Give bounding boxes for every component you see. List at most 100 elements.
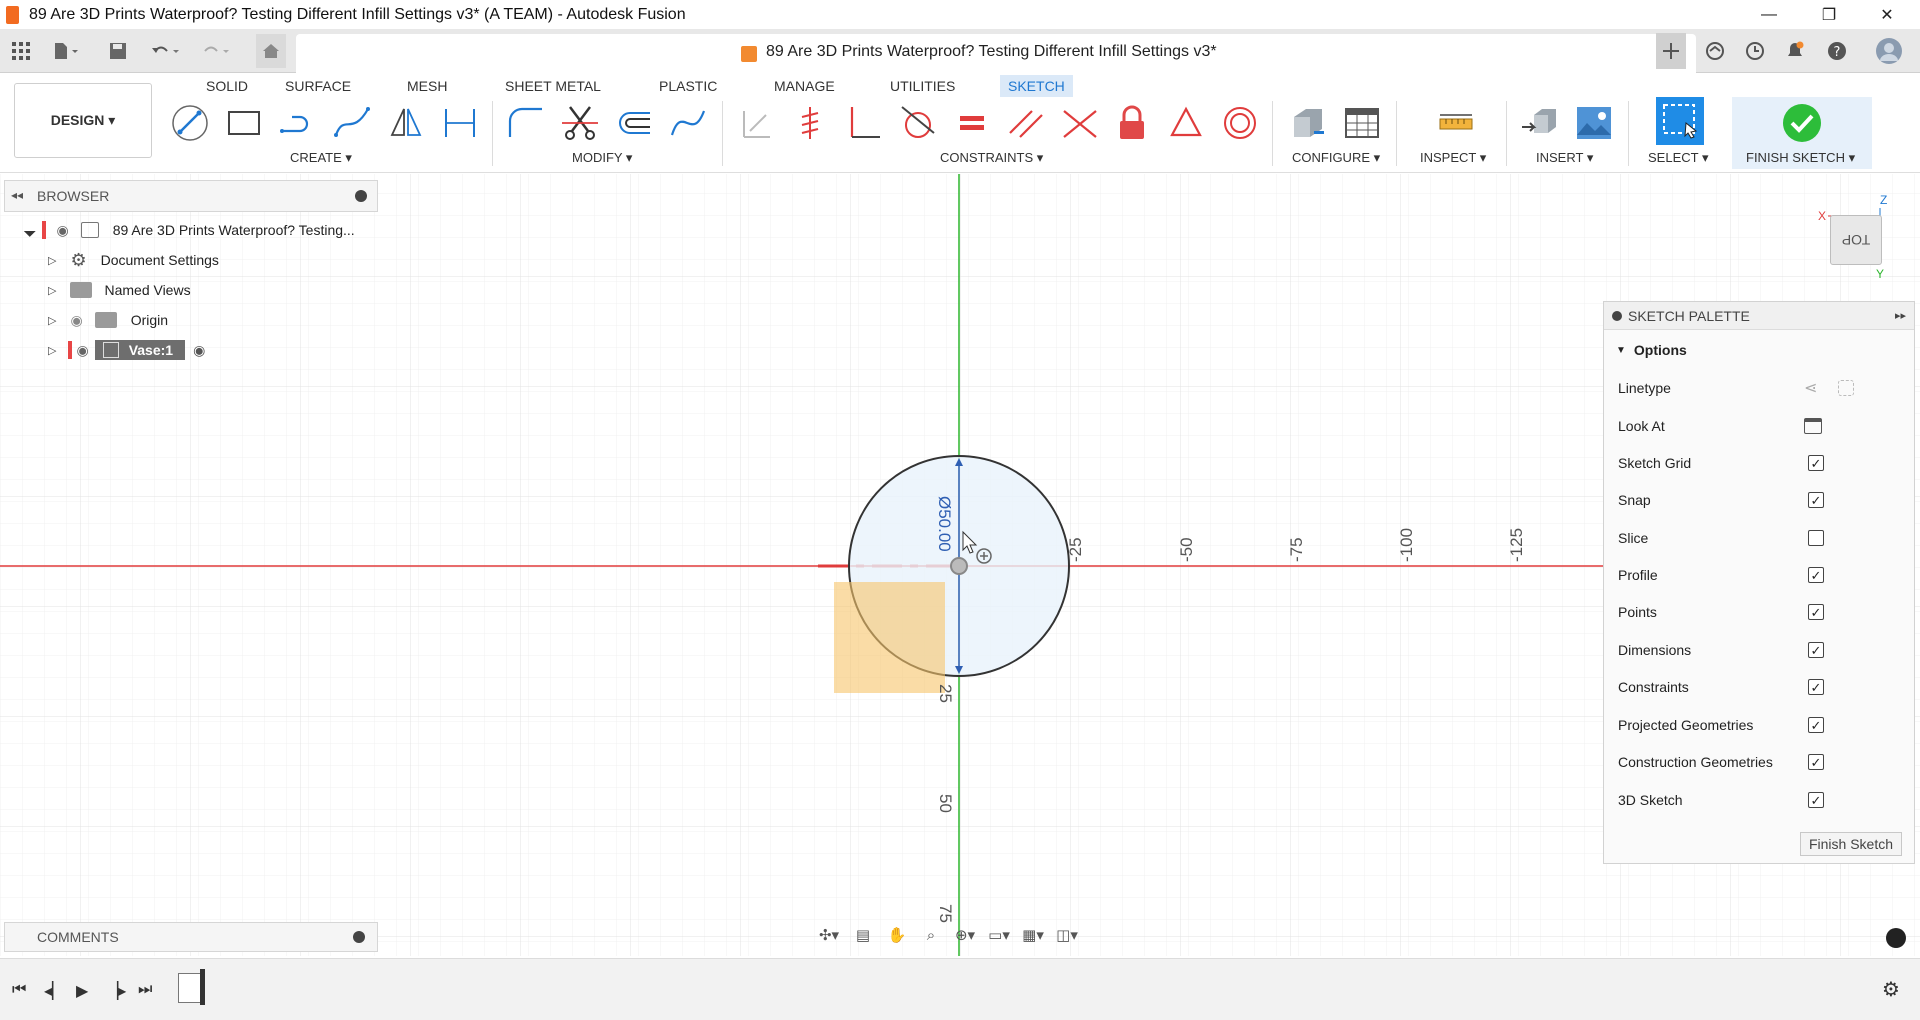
select-window-icon[interactable] — [1656, 97, 1704, 145]
construction-linetype-icon[interactable]: ⋖ — [1804, 378, 1817, 398]
profile-checkbox[interactable]: ✓ — [1808, 567, 1824, 583]
eye-icon[interactable]: ◉ — [56, 222, 68, 239]
view-cube[interactable]: TOP — [1830, 215, 1882, 265]
play-icon[interactable]: ▶ — [76, 981, 88, 1001]
file-menu-icon[interactable] — [46, 37, 86, 65]
trim-scissors-icon[interactable] — [558, 101, 602, 145]
extensions-icon[interactable] — [1700, 37, 1730, 65]
finish-check-icon[interactable] — [1782, 103, 1822, 143]
eye-icon[interactable]: ◉ — [76, 342, 88, 359]
change-parameters-curve-icon[interactable] — [666, 101, 710, 145]
create-menu[interactable]: CREATE ▾ — [290, 150, 352, 166]
spline-tool-icon[interactable] — [330, 101, 374, 145]
3d-sketch-checkbox[interactable]: ✓ — [1808, 792, 1824, 808]
slice-checkbox[interactable] — [1808, 530, 1824, 546]
job-status-icon[interactable] — [1740, 37, 1770, 65]
tree-item-document-settings[interactable]: ▷ ⚙ Document Settings — [48, 247, 219, 273]
save-icon[interactable] — [106, 37, 130, 65]
collinear-constraint-icon[interactable] — [788, 101, 832, 145]
palette-expand-icon[interactable]: ▸▸ — [1895, 309, 1906, 322]
user-avatar-icon[interactable] — [1872, 37, 1906, 65]
step-forward-icon[interactable]: ▕▸ — [106, 981, 126, 1001]
workspace-switcher-button[interactable]: DESIGN ▾ — [14, 83, 152, 158]
inspect-menu[interactable]: INSPECT ▾ — [1420, 150, 1486, 166]
parallel-constraint-icon[interactable] — [1004, 101, 1048, 145]
feedback-icon[interactable] — [1886, 928, 1906, 948]
dimensions-checkbox[interactable]: ✓ — [1808, 642, 1824, 658]
coincident-constraint-icon[interactable] — [734, 101, 778, 145]
constraints-menu[interactable]: CONSTRAINTS ▾ — [940, 150, 1043, 166]
display-settings-icon[interactable]: ▭▾ — [982, 922, 1016, 948]
expand-arrow-icon[interactable]: ▷ — [48, 284, 56, 297]
expand-arrow-icon[interactable]: ▷ — [48, 254, 56, 267]
grid-settings-icon[interactable]: ▦▾ — [1016, 922, 1050, 948]
look-at-nav-icon[interactable]: ▤ — [846, 922, 880, 948]
new-tab-plus-icon[interactable] — [1656, 33, 1686, 69]
viewports-icon[interactable]: ◫▾ — [1050, 922, 1084, 948]
insert-derive-icon[interactable] — [1518, 101, 1562, 145]
orbit-icon[interactable]: ✣▾ — [812, 922, 846, 948]
expand-arrow-icon[interactable]: ▷ — [48, 314, 56, 327]
perpendicular-constraint-icon[interactable] — [842, 101, 886, 145]
notifications-bell-icon[interactable] — [1780, 37, 1810, 65]
apps-grid-icon[interactable] — [8, 37, 34, 65]
tree-item-named-views[interactable]: ▷ Named Views — [48, 277, 191, 303]
slot-tool-icon[interactable] — [276, 101, 320, 145]
points-checkbox[interactable]: ✓ — [1808, 604, 1824, 620]
construction-geometries-checkbox[interactable]: ✓ — [1808, 754, 1824, 770]
go-to-end-icon[interactable]: ⏭ — [138, 981, 152, 999]
mirror-tool-icon[interactable] — [384, 101, 428, 145]
fillet-tool-icon[interactable] — [504, 101, 548, 145]
home-icon[interactable] — [256, 34, 286, 68]
add-comment-icon[interactable] — [353, 931, 365, 943]
palette-collapse-icon[interactable] — [1612, 310, 1622, 321]
browser-minimize-icon[interactable] — [355, 190, 367, 202]
restore-button[interactable]: ❐ — [1800, 0, 1858, 29]
timeline-settings-gear-icon[interactable]: ⚙ — [1882, 977, 1900, 1002]
sketch-dimension-tool-icon[interactable] — [438, 101, 482, 145]
offset-tool-icon[interactable] — [612, 101, 656, 145]
tab-mesh[interactable]: MESH — [399, 75, 455, 97]
tab-solid[interactable]: SOLID — [198, 75, 256, 97]
tree-root[interactable]: ◢ ◉ 89 Are 3D Prints Waterproof? Testing… — [23, 217, 355, 243]
constraints-checkbox[interactable]: ✓ — [1808, 679, 1824, 695]
finish-sketch-menu[interactable]: FINISH SKETCH ▾ — [1746, 150, 1855, 166]
eye-icon[interactable]: ◉ — [70, 312, 82, 329]
configure-part-icon[interactable] — [1286, 101, 1330, 145]
sketch-grid-checkbox[interactable]: ✓ — [1808, 455, 1824, 471]
centerline-icon[interactable] — [1838, 380, 1854, 396]
timeline-sketch-feature-icon[interactable] — [178, 973, 202, 1003]
zoom-icon[interactable]: ⌕ — [914, 922, 948, 948]
configure-menu[interactable]: CONFIGURE ▾ — [1292, 150, 1380, 166]
measure-tool-icon[interactable] — [1434, 101, 1478, 145]
concentric-constraint-icon[interactable] — [1218, 101, 1262, 145]
symmetry-constraint-icon[interactable] — [1164, 101, 1208, 145]
collapse-browser-icon[interactable]: ◂◂ — [11, 188, 23, 202]
insert-menu[interactable]: INSERT ▾ — [1536, 150, 1593, 166]
look-at-icon[interactable] — [1804, 418, 1822, 434]
fix-lock-constraint-icon[interactable] — [1110, 101, 1154, 145]
midpoint-constraint-icon[interactable] — [1058, 101, 1102, 145]
configuration-table-icon[interactable] — [1340, 101, 1384, 145]
modify-menu[interactable]: MODIFY ▾ — [572, 150, 632, 166]
equal-constraint-icon[interactable] — [950, 101, 994, 145]
tab-sheet-metal[interactable]: SHEET METAL — [497, 75, 609, 97]
document-tab[interactable]: 89 Are 3D Prints Waterproof? Testing Dif… — [296, 34, 1696, 73]
projected-geometries-checkbox[interactable]: ✓ — [1808, 717, 1824, 733]
redo-icon[interactable] — [196, 37, 236, 65]
rectangle-tool-icon[interactable] — [222, 101, 266, 145]
step-back-icon[interactable]: ◂▏ — [44, 981, 64, 1001]
pan-hand-icon[interactable]: ✋ — [880, 922, 914, 948]
tab-surface[interactable]: SURFACE — [277, 75, 359, 97]
tab-plastic[interactable]: PLASTIC — [651, 75, 725, 97]
minimize-button[interactable]: — — [1740, 0, 1798, 29]
expand-arrow-icon[interactable]: ▷ — [48, 344, 56, 357]
help-icon[interactable]: ? — [1822, 37, 1852, 65]
tab-manage[interactable]: MANAGE — [766, 75, 843, 97]
options-section[interactable]: ▼ Options — [1616, 338, 1906, 362]
activate-radio-icon[interactable]: ◉ — [193, 342, 205, 359]
tangent-constraint-icon[interactable] — [896, 101, 940, 145]
select-menu[interactable]: SELECT ▾ — [1648, 150, 1708, 166]
close-window-button[interactable]: ✕ — [1858, 0, 1916, 29]
insert-canvas-image-icon[interactable] — [1572, 101, 1616, 145]
